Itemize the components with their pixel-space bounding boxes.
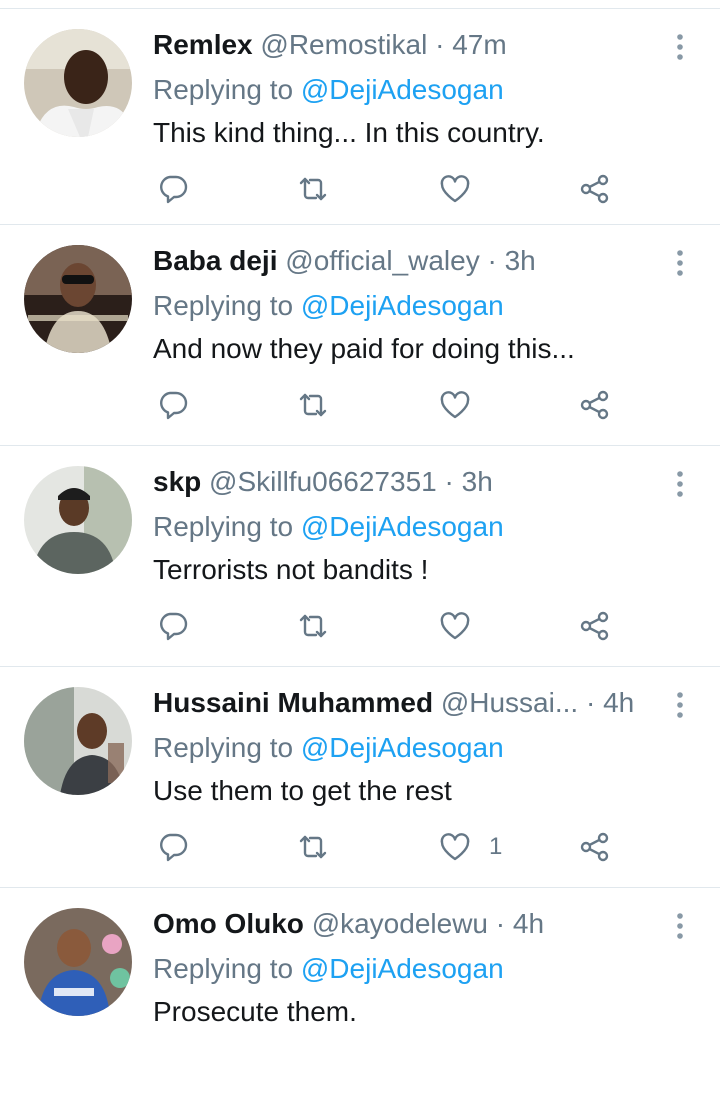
share-button[interactable] xyxy=(579,169,611,209)
reply-icon xyxy=(160,175,188,204)
user-name[interactable]: skp xyxy=(153,466,201,497)
share-icon xyxy=(580,174,609,204)
like-button[interactable] xyxy=(439,606,489,646)
replying-to-label: Replying to xyxy=(153,511,301,542)
reply-button[interactable] xyxy=(157,385,189,425)
separator-dot: · xyxy=(444,466,454,497)
like-button[interactable] xyxy=(439,385,489,425)
share-button[interactable] xyxy=(579,827,611,867)
retweet-icon xyxy=(299,835,327,859)
tweet-actions xyxy=(153,606,623,646)
avatar[interactable] xyxy=(24,687,132,795)
tweet-header: Remlex @Remostikal · 47m xyxy=(153,25,653,65)
replying-to: Replying to @DejiAdesogan xyxy=(153,507,504,547)
separator-dot: · xyxy=(585,687,596,718)
tweet-text: Use them to get the rest xyxy=(153,775,452,806)
tweet-header: Hussaini Muhammed @Hussai... · 4h xyxy=(153,683,653,723)
retweet-button[interactable] xyxy=(297,169,329,209)
timestamp[interactable]: 3h xyxy=(462,466,493,497)
retweet-icon xyxy=(299,177,327,201)
share-button[interactable] xyxy=(579,385,611,425)
user-name[interactable]: Omo Oluko xyxy=(153,908,304,939)
avatar[interactable] xyxy=(24,245,132,353)
tweet-header: Baba deji @official_waley · 3h xyxy=(153,241,653,281)
tweet-actions xyxy=(153,169,623,209)
avatar[interactable] xyxy=(24,29,132,137)
like-count: 1 xyxy=(489,833,503,860)
avatar[interactable] xyxy=(24,908,132,1016)
replying-to-label: Replying to xyxy=(153,732,301,763)
avatar[interactable] xyxy=(24,466,132,574)
mention-link[interactable]: @DejiAdesogan xyxy=(301,953,504,984)
share-icon xyxy=(580,611,609,641)
mention-link[interactable]: @DejiAdesogan xyxy=(301,511,504,542)
reply-button[interactable] xyxy=(157,169,189,209)
share-button[interactable] xyxy=(579,606,611,646)
user-handle[interactable]: @Hussai... xyxy=(441,687,578,718)
heart-icon xyxy=(440,175,470,203)
replying-to-label: Replying to xyxy=(153,74,301,105)
reply-icon xyxy=(160,391,188,420)
heart-icon xyxy=(440,612,470,640)
tweet-actions xyxy=(153,385,623,425)
replying-to: Replying to @DejiAdesogan xyxy=(153,949,504,989)
timestamp[interactable]: 4h xyxy=(603,687,634,718)
reply-button[interactable] xyxy=(157,827,189,867)
retweet-icon xyxy=(299,393,327,417)
like-button[interactable]: 1 xyxy=(439,827,502,867)
timestamp[interactable]: 47m xyxy=(452,29,506,60)
tweet-actions: 1 xyxy=(153,827,623,867)
more-vertical-icon[interactable] xyxy=(664,31,696,63)
mention-link[interactable]: @DejiAdesogan xyxy=(301,732,504,763)
replying-to-label: Replying to xyxy=(153,290,301,321)
tweet-header: skp @Skillfu06627351 · 3h xyxy=(153,462,653,502)
replying-to: Replying to @DejiAdesogan xyxy=(153,70,504,110)
timestamp[interactable]: 3h xyxy=(505,245,536,276)
retweet-button[interactable] xyxy=(297,606,329,646)
user-name[interactable]: Remlex xyxy=(153,29,253,60)
user-handle[interactable]: @Remostikal xyxy=(260,29,427,60)
separator-dot: · xyxy=(495,908,506,939)
heart-icon xyxy=(440,833,470,861)
tweet-5[interactable]: Omo Oluko @kayodelewu · 4h Replying to @… xyxy=(0,887,720,1108)
heart-icon xyxy=(440,391,470,419)
mention-link[interactable]: @DejiAdesogan xyxy=(301,74,504,105)
user-handle[interactable]: @official_waley xyxy=(285,245,479,276)
replying-to: Replying to @DejiAdesogan xyxy=(153,286,504,326)
separator-dot: · xyxy=(487,245,497,276)
reply-icon xyxy=(160,833,188,862)
more-vertical-icon[interactable] xyxy=(664,910,696,942)
share-icon xyxy=(580,390,609,420)
retweet-button[interactable] xyxy=(297,827,329,867)
replying-to-label: Replying to xyxy=(153,953,301,984)
more-vertical-icon[interactable] xyxy=(664,247,696,279)
user-handle[interactable]: @kayodelewu xyxy=(312,908,488,939)
user-name[interactable]: Baba deji xyxy=(153,245,277,276)
more-vertical-icon[interactable] xyxy=(664,689,696,721)
share-icon xyxy=(580,832,609,862)
tweet-text: Prosecute them. xyxy=(153,996,357,1027)
replying-to: Replying to @DejiAdesogan xyxy=(153,728,504,768)
tweet-4[interactable]: Hussaini Muhammed @Hussai... · 4h Replyi… xyxy=(0,666,720,887)
tweet-text: And now they paid for doing this... xyxy=(153,333,575,364)
tweet-text: This kind thing... In this country. xyxy=(153,117,545,148)
retweet-button[interactable] xyxy=(297,385,329,425)
mention-link[interactable]: @DejiAdesogan xyxy=(301,290,504,321)
retweet-icon xyxy=(299,614,327,638)
tweet-header: Omo Oluko @kayodelewu · 4h xyxy=(153,904,653,944)
like-button[interactable] xyxy=(439,169,489,209)
tweet-text: Terrorists not bandits ! xyxy=(153,554,429,585)
user-handle[interactable]: @Skillfu06627351 xyxy=(209,466,437,497)
tweet-3[interactable]: skp @Skillfu06627351 · 3h Replying to @D… xyxy=(0,445,720,666)
reply-icon xyxy=(160,612,188,641)
tweet-2[interactable]: Baba deji @official_waley · 3h Replying … xyxy=(0,224,720,445)
user-name[interactable]: Hussaini Muhammed xyxy=(153,687,433,718)
reply-button[interactable] xyxy=(157,606,189,646)
timestamp[interactable]: 4h xyxy=(513,908,544,939)
more-vertical-icon[interactable] xyxy=(664,468,696,500)
separator-dot: · xyxy=(435,29,445,60)
tweet-1[interactable]: Remlex @Remostikal · 47m Replying to @De… xyxy=(0,8,720,229)
